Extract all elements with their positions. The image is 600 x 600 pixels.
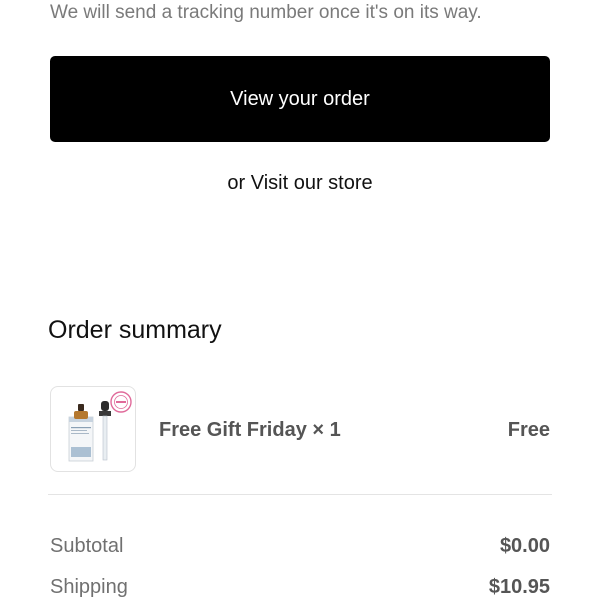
item-price: Free (507, 419, 550, 441)
view-order-button[interactable]: View your order (50, 56, 550, 142)
order-item-row: Free Gift Friday × 1 Free (50, 386, 550, 472)
shipping-label: Shipping (50, 576, 128, 598)
serum-bottle-icon (68, 391, 132, 462)
order-summary-title: Order summary (48, 316, 222, 344)
shipping-row: Shipping $10.95 (50, 576, 550, 600)
summary-divider (48, 494, 552, 495)
visit-store-line: or Visit our store (0, 172, 600, 195)
subtotal-row: Subtotal $0.00 (50, 535, 550, 561)
visit-store-link[interactable]: Visit our store (251, 172, 373, 194)
item-name: Free Gift Friday × 1 (159, 419, 341, 441)
shipping-value: $10.95 (488, 576, 550, 598)
subtotal-value: $0.00 (499, 535, 550, 557)
store-prefix: or (227, 172, 246, 194)
subtotal-label: Subtotal (50, 535, 124, 557)
order-confirmation-page: We will send a tracking number once it's… (0, 0, 600, 600)
product-thumbnail (50, 386, 136, 472)
tracking-note: We will send a tracking number once it's… (50, 2, 482, 23)
